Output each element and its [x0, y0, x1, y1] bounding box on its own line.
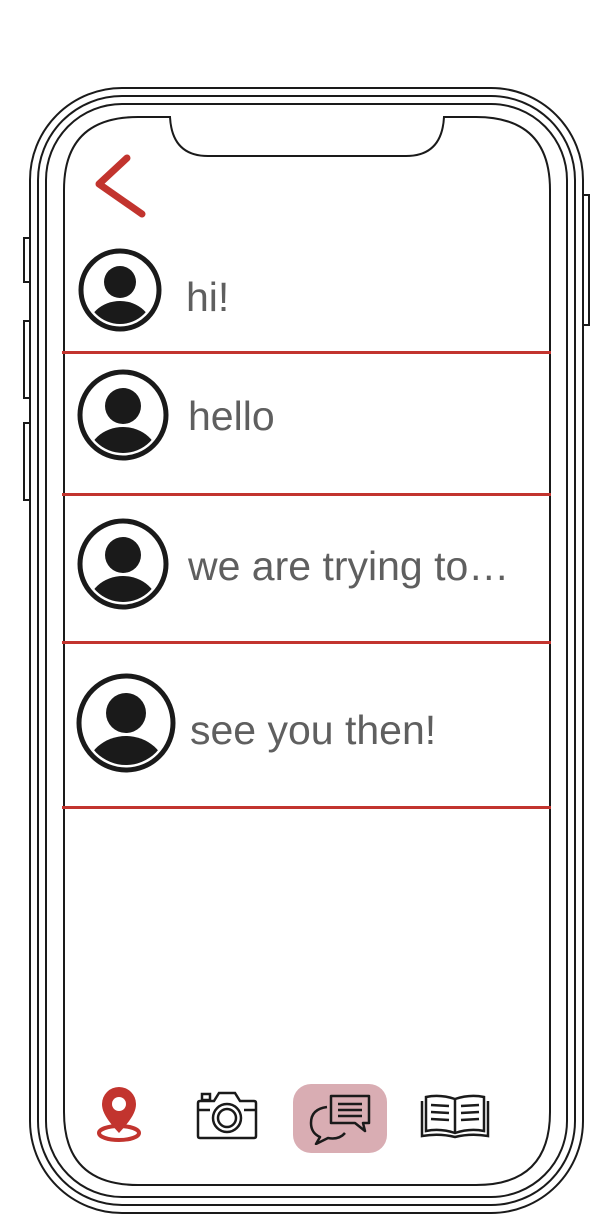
chat-divider: [62, 351, 551, 354]
tab-messages[interactable]: [307, 1093, 373, 1145]
chat-divider: [62, 641, 551, 644]
bottom-tab-bar: [62, 1075, 551, 1165]
tab-map[interactable]: [94, 1085, 144, 1145]
chat-row[interactable]: hello: [62, 356, 551, 498]
tab-book[interactable]: [420, 1091, 490, 1139]
camera-icon: [196, 1091, 258, 1140]
chat-bubbles-icon: [309, 1094, 371, 1145]
chat-row[interactable]: we are trying to…: [62, 498, 551, 646]
user-avatar-icon: [77, 518, 169, 610]
chat-message-preview: hi!: [186, 274, 230, 320]
chat-message-preview: hello: [188, 393, 275, 439]
chevron-left-icon: [95, 154, 146, 218]
tab-camera[interactable]: [195, 1089, 259, 1141]
open-book-icon: [420, 1094, 490, 1139]
chat-row[interactable]: hi!: [62, 240, 551, 356]
user-avatar-icon: [78, 248, 162, 332]
chat-message-preview: see you then!: [190, 707, 437, 753]
user-avatar-icon: [77, 369, 169, 461]
chat-divider: [62, 806, 551, 809]
back-button[interactable]: [90, 150, 154, 228]
chat-divider: [62, 493, 551, 496]
user-avatar-icon: [76, 673, 176, 773]
chat-message-preview: we are trying to…: [188, 543, 510, 589]
chat-row[interactable]: see you then!: [62, 646, 551, 812]
map-pin-icon: [97, 1087, 141, 1142]
